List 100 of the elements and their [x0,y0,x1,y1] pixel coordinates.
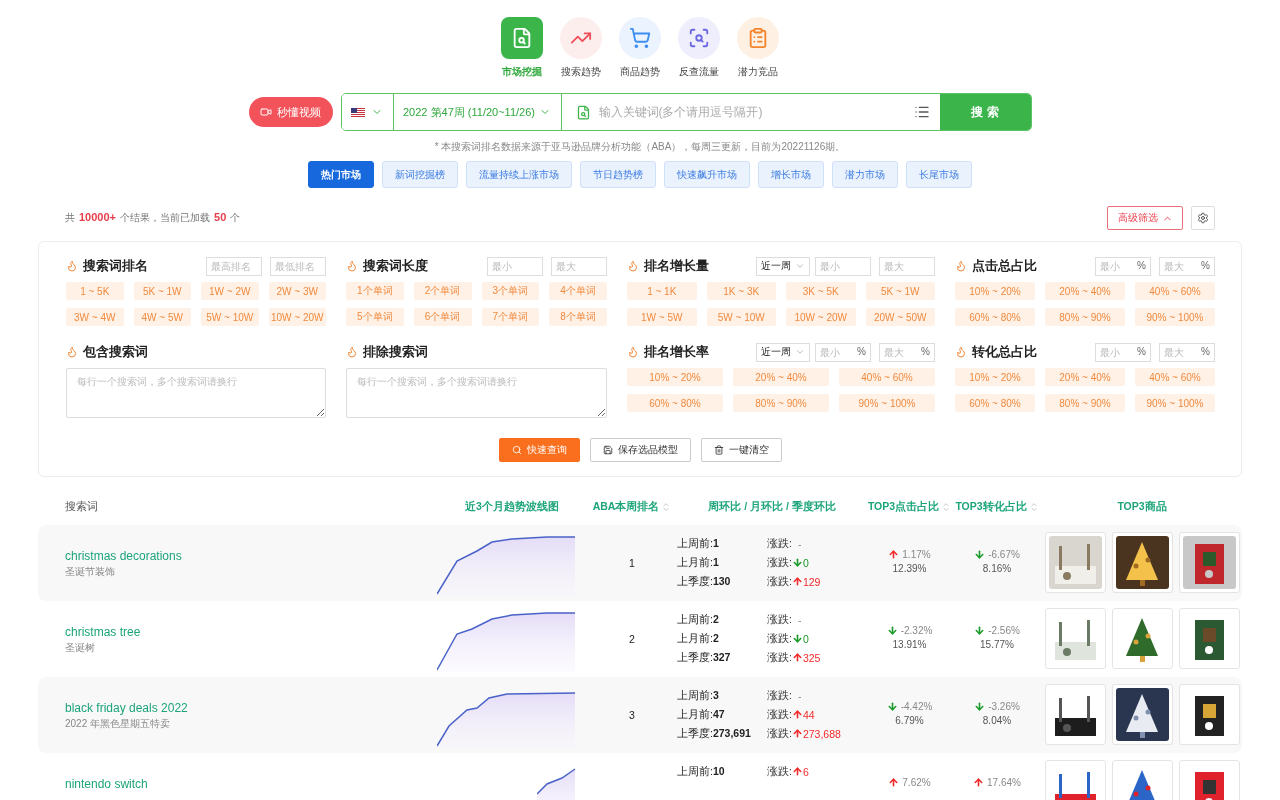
range-chip[interactable]: 2个单词 [413,282,472,300]
video-button[interactable]: 秒懂视频 [248,97,333,127]
range-chip[interactable]: 1个单词 [346,282,404,300]
product-card[interactable] [1178,608,1240,669]
market-tab[interactable]: 潜力市场 [832,161,898,188]
range-chip[interactable]: 1K ~ 3K [706,282,776,300]
column-header[interactable]: TOP3转化占比 [952,500,1042,514]
range-chip[interactable]: 8个单词 [549,308,607,326]
market-tab[interactable]: 新词挖掘榜 [382,161,458,188]
flame-icon [955,260,967,272]
keyword-link[interactable]: nintendo switch [65,777,437,791]
range-chip[interactable]: 6个单词 [413,308,472,326]
range-chip[interactable]: 10% ~ 20% [627,368,723,386]
range-chip[interactable]: 7个单词 [481,308,540,326]
share-change: 7.62% [902,777,931,788]
share-change: -2.32% [900,625,933,636]
range-chip[interactable]: 60% ~ 80% [955,308,1035,326]
range-chip[interactable]: 40% ~ 60% [1135,282,1215,300]
column-header[interactable]: TOP3点击占比 [867,500,952,514]
clipboard-icon [747,27,769,49]
range-chip[interactable]: 1W ~ 5W [627,308,697,326]
keyword-link[interactable]: christmas decorations [65,549,437,563]
range-chip[interactable]: 1 ~ 5K [66,282,124,300]
range-chip[interactable]: 90% ~ 100% [1135,308,1215,326]
change-value: 273,688 [802,727,841,740]
history-rank: 上周前:2 [677,612,720,627]
range-chip[interactable]: 40% ~ 60% [839,368,935,386]
range-chip[interactable]: 10W ~ 20W [268,308,326,326]
action-button[interactable]: 快速查询 [498,438,580,462]
range-chip[interactable]: 80% ~ 90% [733,394,829,412]
range-chip[interactable]: 3个单词 [481,282,540,300]
list-icon[interactable] [913,104,930,120]
flame-icon [346,260,358,272]
range-input[interactable]: 最大 [551,256,607,276]
product-card[interactable] [1178,532,1240,593]
range-chip[interactable]: 90% ~ 100% [1135,394,1215,412]
keyword-link[interactable]: black friday deals 2022 [65,701,437,715]
range-chip[interactable]: 40% ~ 60% [1135,368,1215,386]
action-button[interactable]: 保存选品模型 [589,438,691,462]
range-chip[interactable]: 10% ~ 20% [955,368,1035,386]
product-card[interactable] [1111,532,1173,593]
range-input[interactable]: 最大 [879,256,935,276]
range-chip[interactable]: 5K ~ 1W [865,282,935,300]
range-chip[interactable]: 10W ~ 20W [786,308,856,326]
range-chip[interactable]: 1 ~ 1K [627,282,697,300]
product-card[interactable] [1178,684,1240,745]
range-chip[interactable]: 5W ~ 10W [201,308,259,326]
change-value: 129 [802,575,821,588]
range-input[interactable]: 最小 [815,256,871,276]
range-chip[interactable]: 2W ~ 3W [268,282,326,300]
history-rank: 上周前:1 [677,536,720,551]
market-tab[interactable]: 快速飙升市场 [664,161,750,188]
share-value: 12.39% [892,563,927,574]
range-chip[interactable]: 3W ~ 4W [66,308,124,326]
keyword-link[interactable]: christmas tree [65,625,437,639]
arrow-up-icon [791,652,803,663]
range-chip[interactable]: 3K ~ 5K [786,282,856,300]
period-dropdown[interactable]: 近一周 [756,256,810,276]
range-chip[interactable]: 1W ~ 2W [201,282,259,300]
range-chip[interactable]: 80% ~ 90% [1045,394,1125,412]
country-dropdown[interactable] [341,94,394,130]
range-chip[interactable]: 80% ~ 90% [1045,308,1125,326]
market-tab[interactable]: 长尾市场 [906,161,972,188]
change-value: 6 [802,765,809,778]
range-chip[interactable]: 20% ~ 40% [1045,282,1125,300]
advanced-filter-button[interactable]: 高级筛选 [1107,206,1183,230]
range-chip[interactable]: 90% ~ 100% [839,394,935,412]
product-card[interactable] [1111,684,1173,745]
market-tab[interactable]: 节日趋势榜 [580,161,656,188]
column-header[interactable]: ABA本周排名 [587,500,677,514]
product-card[interactable] [1044,684,1106,745]
change-label: 涨跌: [767,707,792,722]
range-chip[interactable]: 20% ~ 40% [733,368,829,386]
change-label: 涨跌: [767,574,792,589]
arrow-up-icon [791,766,803,777]
action-button[interactable]: 一键清空 [700,438,782,462]
range-chip[interactable]: 4W ~ 5W [133,308,191,326]
range-chip[interactable]: 20% ~ 40% [1045,368,1125,386]
range-chip[interactable]: 10% ~ 20% [955,282,1035,300]
product-card[interactable] [1111,608,1173,669]
history-rank: 上季度:273,691 [677,726,752,741]
search-button[interactable]: 搜 索 [939,94,1031,130]
range-chip[interactable]: 20W ~ 50W [865,308,935,326]
share-change: 17.64% [987,777,1021,788]
range-chip[interactable]: 5K ~ 1W [133,282,191,300]
column-header: 搜索词 [65,500,99,514]
period-dropdown[interactable]: 近一周 [756,342,810,362]
range-chip[interactable]: 5个单词 [346,308,404,326]
market-tab[interactable]: 流量持续上涨市场 [466,161,572,188]
range-chip[interactable]: 4个单词 [549,282,607,300]
keyword-translation: 2022 年黑色星期五特卖 [65,717,172,731]
market-tab[interactable]: 增长市场 [758,161,824,188]
market-tab[interactable]: 热门市场 [308,161,374,188]
filter-title: 排除搜索词 [363,343,429,361]
range-chip[interactable]: 5W ~ 10W [706,308,776,326]
range-chip[interactable]: 60% ~ 80% [955,394,1035,412]
settings-button[interactable] [1191,206,1215,230]
arrow-up-icon [791,576,803,587]
range-chip[interactable]: 60% ~ 80% [627,394,723,412]
range-input[interactable]: 最小 [487,256,543,276]
